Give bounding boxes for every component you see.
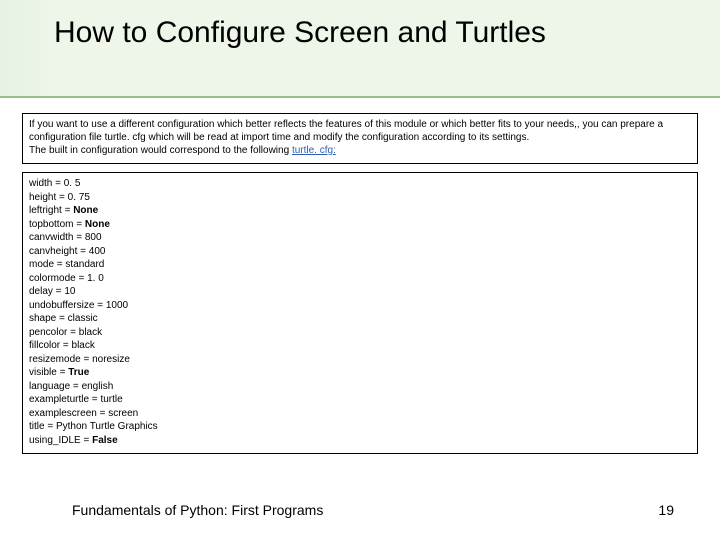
config-line: resizemode = noresize — [29, 353, 691, 367]
config-value: 0. 75 — [68, 192, 90, 203]
turtle-cfg-link[interactable]: turtle. cfg: — [292, 145, 336, 156]
intro-paragraph-2-prefix: The built in configuration would corresp… — [29, 145, 292, 156]
config-line: undobuffersize = 1000 — [29, 299, 691, 313]
footer-text: Fundamentals of Python: First Programs — [72, 502, 323, 518]
config-value: None — [73, 205, 98, 216]
config-value: english — [82, 381, 114, 392]
config-value: False — [92, 435, 118, 446]
config-value: classic — [68, 313, 98, 324]
config-value: standard — [65, 259, 104, 270]
config-value: Python Turtle Graphics — [56, 421, 158, 432]
config-value: turtle — [100, 394, 122, 405]
config-box: width = 0. 5height = 0. 75leftright = No… — [22, 172, 698, 454]
config-line: title = Python Turtle Graphics — [29, 420, 691, 434]
config-value: black — [79, 327, 102, 338]
config-line: height = 0. 75 — [29, 191, 691, 205]
config-value: black — [72, 340, 95, 351]
slide: How to Configure Screen and Turtles If y… — [0, 0, 720, 540]
config-line: topbottom = None — [29, 218, 691, 232]
config-line: pencolor = black — [29, 326, 691, 340]
page-number: 19 — [658, 502, 674, 518]
config-value: None — [85, 219, 110, 230]
config-line: delay = 10 — [29, 285, 691, 299]
config-value: 0. 5 — [64, 178, 81, 189]
config-line: shape = classic — [29, 312, 691, 326]
config-value: screen — [108, 408, 138, 419]
config-line: examplescreen = screen — [29, 407, 691, 421]
config-line: mode = standard — [29, 258, 691, 272]
config-line: canvwidth = 800 — [29, 231, 691, 245]
config-line: leftright = None — [29, 204, 691, 218]
config-value: 800 — [85, 232, 102, 243]
config-line: visible = True — [29, 366, 691, 380]
slide-title: How to Configure Screen and Turtles — [54, 16, 700, 50]
config-value: 1000 — [106, 300, 128, 311]
intro-box: If you want to use a different configura… — [22, 113, 698, 164]
config-line: language = english — [29, 380, 691, 394]
config-line: canvheight = 400 — [29, 245, 691, 259]
config-line: colormode = 1. 0 — [29, 272, 691, 286]
config-line: fillcolor = black — [29, 339, 691, 353]
config-line: exampleturtle = turtle — [29, 393, 691, 407]
config-value: 10 — [64, 286, 75, 297]
config-value: 400 — [89, 246, 106, 257]
config-line: width = 0. 5 — [29, 177, 691, 191]
config-value: noresize — [92, 354, 130, 365]
intro-paragraph-1: If you want to use a different configura… — [29, 119, 663, 143]
config-value: 1. 0 — [87, 273, 104, 284]
banner-rule — [0, 96, 720, 98]
config-line: using_IDLE = False — [29, 434, 691, 448]
config-value: True — [68, 367, 89, 378]
